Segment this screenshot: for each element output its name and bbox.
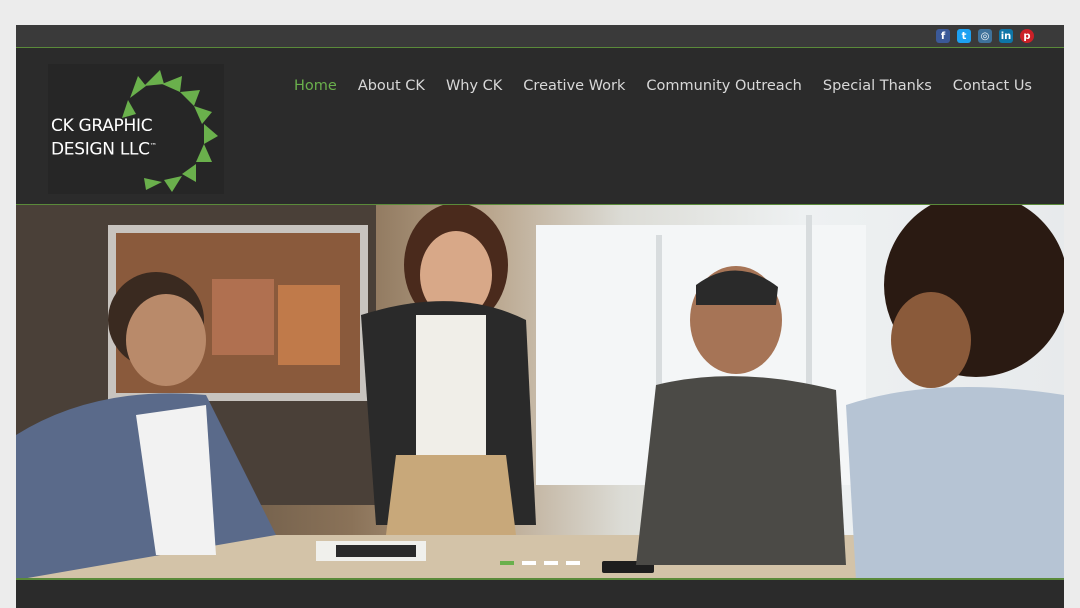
hero-bottom-border: [16, 578, 1064, 580]
slider-pagination: [500, 561, 580, 565]
pinterest-icon[interactable]: p: [1020, 29, 1034, 43]
nav-contact-us[interactable]: Contact Us: [953, 78, 1032, 94]
top-bar: f t ◎ in p: [16, 25, 1064, 48]
nav-community-outreach[interactable]: Community Outreach: [646, 78, 801, 94]
linkedin-icon[interactable]: in: [999, 29, 1013, 43]
logo-line-1: CK GRAPHIC: [51, 116, 153, 136]
nav-creative-work[interactable]: Creative Work: [523, 78, 625, 94]
nav-home[interactable]: Home: [294, 78, 337, 94]
hero-slider[interactable]: [16, 205, 1064, 580]
slider-dot-2[interactable]: [522, 561, 536, 565]
nav-special-thanks[interactable]: Special Thanks: [823, 78, 932, 94]
twitter-icon[interactable]: t: [957, 29, 971, 43]
main-nav: Home About CK Why CK Creative Work Commu…: [294, 78, 1032, 94]
hero-image: [16, 205, 1064, 580]
slider-dot-3[interactable]: [544, 561, 558, 565]
nav-why-ck[interactable]: Why CK: [446, 78, 502, 94]
facebook-icon[interactable]: f: [936, 29, 950, 43]
nav-about-ck[interactable]: About CK: [358, 78, 425, 94]
slider-dot-4[interactable]: [566, 561, 580, 565]
logo-text: CK GRAPHIC DESIGN LLC™: [51, 116, 157, 160]
social-links: f t ◎ in p: [936, 29, 1034, 43]
site-logo[interactable]: CK GRAPHIC DESIGN LLC™: [48, 64, 224, 194]
slider-dot-1[interactable]: [500, 561, 514, 565]
site-container: f t ◎ in p CK GRAPHIC DESIGN LLC™ Home A…: [16, 25, 1064, 608]
instagram-icon[interactable]: ◎: [978, 29, 992, 43]
site-header: CK GRAPHIC DESIGN LLC™ Home About CK Why…: [16, 48, 1064, 205]
logo-line-2: DESIGN LLC™: [51, 139, 157, 160]
